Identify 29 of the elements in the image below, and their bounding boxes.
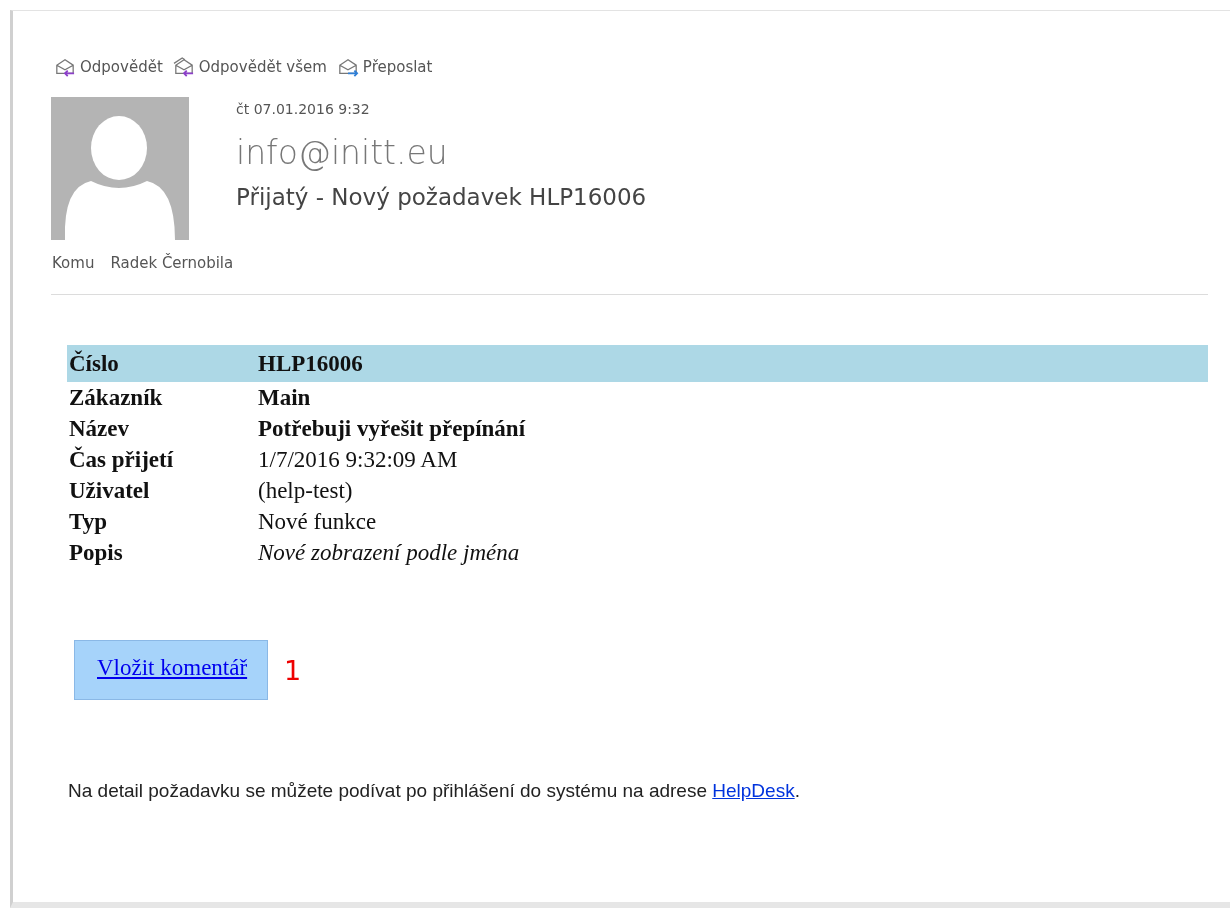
field-label: Název: [68, 415, 131, 442]
comment-button[interactable]: Vložit komentář: [74, 640, 269, 700]
toolbar-button[interactable]: Přeposlat: [336, 51, 433, 83]
message-subject: Přijatý - Nový požadavek HLP16006: [236, 184, 647, 210]
field-value: (help-test): [258, 477, 353, 504]
annotation-number: 1: [284, 654, 302, 686]
footer-text: Na detail požadavku se můžete podívat po přihlášení do systému na adrese HelpDesk.: [68, 780, 801, 802]
to-label: Komu: [52, 254, 95, 272]
field-label: Popis: [68, 539, 124, 566]
toolbar-button[interactable]: Odpovědět všem: [172, 51, 327, 83]
field-value: Nové zobrazení podle jména: [258, 539, 520, 566]
field-value: Main: [258, 384, 311, 411]
field-label: Uživatel: [68, 477, 151, 504]
toolbar-button[interactable]: Odpovědět: [54, 51, 163, 83]
message-date: čt 07.01.2016 9:32: [236, 101, 371, 117]
field-label: Čas přijetí: [68, 446, 175, 473]
envelope-reply-icon: [54, 57, 76, 77]
field-label: Zákazník: [68, 384, 164, 411]
field-value: HLP16006: [258, 350, 363, 377]
field-value: 1/7/2016 9:32:09 AM: [258, 446, 458, 473]
envelope-forward-icon: [336, 57, 359, 77]
helpdesk-link[interactable]: HelpDesk: [712, 780, 795, 801]
recipient-name: Radek Černobila: [110, 254, 234, 272]
field-value: Nové funkce: [258, 508, 377, 535]
sender-address: info@initt.eu: [236, 133, 449, 172]
envelopes-reply-icon: [172, 57, 195, 77]
field-label: Typ: [68, 508, 108, 535]
field-label: Číslo: [68, 350, 120, 377]
field-value: Potřebuji vyřešit přepínání: [258, 415, 526, 442]
